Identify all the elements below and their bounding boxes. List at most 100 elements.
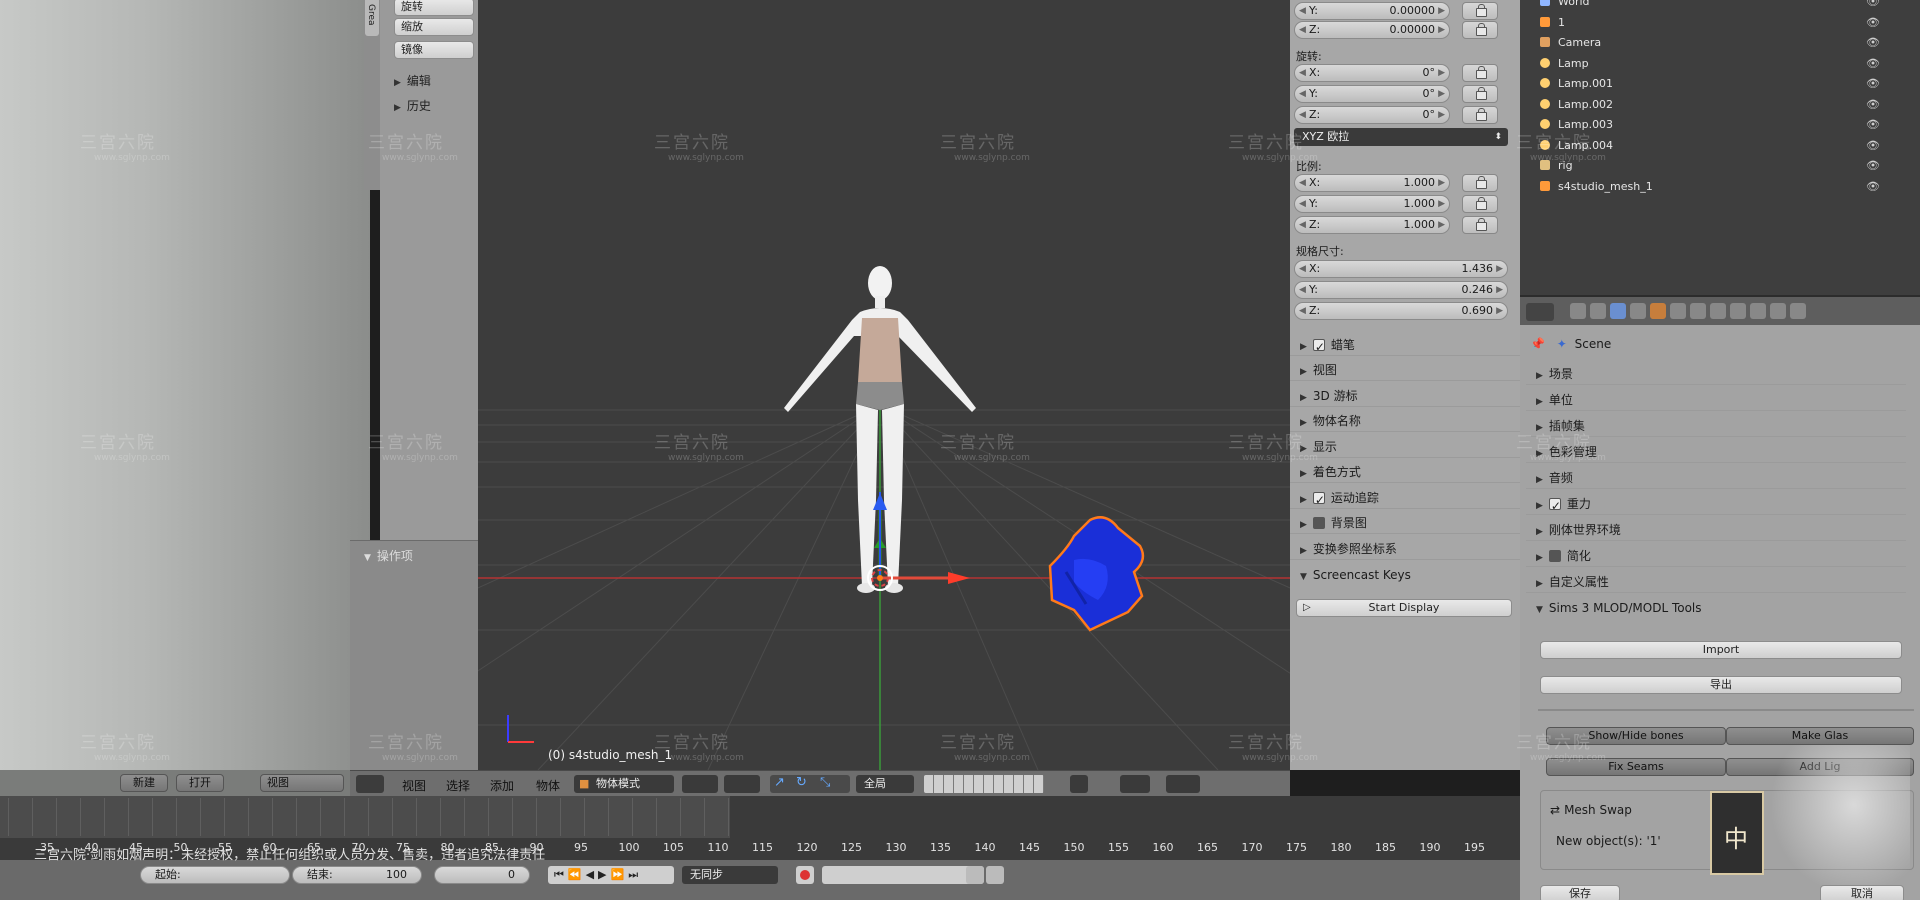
- start-display-button[interactable]: ▷ Start Display: [1296, 599, 1512, 617]
- rotation-z-field[interactable]: ◀ Z: 0° ▶: [1294, 106, 1450, 124]
- scale-y-lock-icon[interactable]: [1462, 195, 1498, 213]
- render-preview-icon[interactable]: [1166, 775, 1200, 793]
- rotation-y-lock-icon[interactable]: [1462, 85, 1498, 103]
- constraints-tab-icon[interactable]: [1670, 303, 1686, 319]
- rotation-x-field[interactable]: ◀ X: 0° ▶: [1294, 64, 1450, 82]
- pin-icon[interactable]: 📌: [1530, 337, 1545, 351]
- rotation-z-lock-icon[interactable]: [1462, 106, 1498, 124]
- data-tab-icon[interactable]: [1710, 303, 1726, 319]
- panel-transform-orientations[interactable]: ▶ 变换参照坐标系: [1290, 538, 1520, 560]
- panel-screencast-keys[interactable]: ▼ Screencast Keys: [1290, 564, 1520, 586]
- proportional-edit-icon[interactable]: [1070, 775, 1088, 793]
- keying-set-field[interactable]: [822, 866, 984, 884]
- toolshelf-tab[interactable]: Grea: [365, 0, 379, 36]
- delete-keyframe-icon[interactable]: [986, 866, 1004, 884]
- outliner-item[interactable]: Lamp.002 👁: [1540, 95, 1910, 115]
- menu-add[interactable]: 添加: [490, 777, 514, 794]
- panel-units[interactable]: ▶ 单位: [1526, 389, 1906, 411]
- editor-type-icon[interactable]: [1526, 303, 1554, 321]
- transform-orientation-select[interactable]: 全局: [856, 775, 914, 793]
- panel-scene[interactable]: ▶ 场景: [1526, 363, 1906, 385]
- panel-shading[interactable]: ▶ 着色方式: [1290, 461, 1520, 483]
- panel-3d-cursor[interactable]: ▶ 3D 游标: [1290, 385, 1520, 407]
- save-button[interactable]: 保存: [1540, 885, 1620, 900]
- material-tab-icon[interactable]: [1730, 303, 1746, 319]
- render-tab-icon[interactable]: [1570, 303, 1586, 319]
- dimensions-x-field[interactable]: ◀ X: 1.436 ▶: [1294, 260, 1508, 278]
- texture-tab-icon[interactable]: [1750, 303, 1766, 319]
- outliner-item[interactable]: World 👁: [1540, 0, 1910, 12]
- panel-simplify[interactable]: ▶ 简化: [1526, 545, 1906, 567]
- start-frame-field[interactable]: 起始:: [140, 866, 290, 884]
- playback-controls[interactable]: ⏮⏪◀▶⏩⏭: [548, 866, 674, 884]
- new-button[interactable]: 新建: [120, 774, 168, 792]
- edit-section[interactable]: ▶ 编辑: [394, 72, 431, 89]
- panel-grease-pencil[interactable]: ▶蜡笔: [1290, 334, 1520, 358]
- pivot-select[interactable]: [724, 775, 760, 793]
- rotate-button[interactable]: 旋转: [394, 0, 474, 16]
- checkbox-icon[interactable]: [1548, 495, 1561, 517]
- visibility-eye-icon[interactable]: 👁: [1866, 95, 1880, 115]
- selected-shirt-mesh[interactable]: [1048, 516, 1145, 632]
- scale-x-field[interactable]: ◀ X: 1.000 ▶: [1294, 174, 1450, 192]
- scale-y-field[interactable]: ◀ Y: 1.000 ▶: [1294, 195, 1450, 213]
- rotation-mode-select[interactable]: XYZ 欧拉 ⬍: [1294, 128, 1508, 146]
- outliner-item[interactable]: 1 👁: [1540, 13, 1910, 33]
- insert-keyframe-icon[interactable]: [966, 866, 984, 884]
- operator-panel-header[interactable]: ▼ 操作项: [364, 547, 413, 564]
- mode-select[interactable]: ■ 物体模式: [574, 775, 674, 793]
- transform-gizmo[interactable]: [867, 492, 970, 591]
- visibility-eye-icon[interactable]: 👁: [1866, 13, 1880, 33]
- location-y-field[interactable]: ◀ Y: 0.00000 ▶: [1294, 2, 1450, 20]
- visibility-eye-icon[interactable]: 👁: [1866, 136, 1880, 156]
- panel-motion-tracking[interactable]: ▶运动追踪: [1290, 487, 1520, 511]
- make-glass-button[interactable]: Make Glas: [1726, 727, 1914, 745]
- location-z-field[interactable]: ◀ Z: 0.00000 ▶: [1294, 21, 1450, 39]
- outliner-item[interactable]: s4studio_mesh_1 👁: [1540, 177, 1910, 197]
- sync-select[interactable]: 无同步: [682, 866, 778, 884]
- menu-select[interactable]: 选择: [446, 777, 470, 794]
- checkbox-icon[interactable]: [1312, 336, 1325, 358]
- outliner-item[interactable]: Camera 👁: [1540, 33, 1910, 53]
- viewport-shading-select[interactable]: [682, 775, 718, 793]
- checkbox-icon[interactable]: [1312, 489, 1325, 511]
- particles-tab-icon[interactable]: [1770, 303, 1786, 319]
- checkbox-icon[interactable]: [1548, 550, 1561, 562]
- panel-custom-properties[interactable]: ▶ 自定义属性: [1526, 571, 1906, 593]
- scene-tab-icon[interactable]: [1610, 303, 1626, 319]
- location-z-lock-icon[interactable]: [1462, 21, 1498, 39]
- menu-object[interactable]: 物体: [536, 777, 560, 794]
- scale-z-field[interactable]: ◀ Z: 1.000 ▶: [1294, 216, 1450, 234]
- panel-sims3-tools[interactable]: ▼ Sims 3 MLOD/MODL Tools: [1526, 597, 1906, 619]
- panel-gravity[interactable]: ▶重力: [1526, 493, 1906, 517]
- scale-x-lock-icon[interactable]: [1462, 174, 1498, 192]
- world-tab-icon[interactable]: [1630, 303, 1646, 319]
- manipulator-toggle[interactable]: ↗ ↻ ⤡: [770, 775, 850, 793]
- dimensions-y-field[interactable]: ◀ Y: 0.246 ▶: [1294, 281, 1508, 299]
- outliner-item[interactable]: Lamp.001 👁: [1540, 74, 1910, 94]
- visibility-eye-icon[interactable]: 👁: [1866, 74, 1880, 94]
- mirror-button[interactable]: 镜像: [394, 41, 474, 59]
- 3d-viewport[interactable]: (0) s4studio_mesh_1: [478, 0, 1290, 770]
- object-tab-icon[interactable]: [1650, 303, 1666, 319]
- menu-view[interactable]: 视图: [402, 777, 426, 794]
- visibility-eye-icon[interactable]: 👁: [1866, 54, 1880, 74]
- visibility-eye-icon[interactable]: 👁: [1866, 156, 1880, 176]
- render-layers-tab-icon[interactable]: [1590, 303, 1606, 319]
- visibility-eye-icon[interactable]: 👁: [1866, 177, 1880, 197]
- panel-background-images[interactable]: ▶ 背景图: [1290, 512, 1520, 534]
- checkbox-icon[interactable]: [1312, 517, 1325, 529]
- panel-audio[interactable]: ▶ 音频: [1526, 467, 1906, 489]
- outliner-item[interactable]: Lamp 👁: [1540, 54, 1910, 74]
- visibility-eye-icon[interactable]: 👁: [1866, 0, 1880, 12]
- rotation-x-lock-icon[interactable]: [1462, 64, 1498, 82]
- record-icon[interactable]: [796, 866, 814, 884]
- rotation-y-field[interactable]: ◀ Y: 0° ▶: [1294, 85, 1450, 103]
- layers-grid[interactable]: [924, 775, 1044, 793]
- scale-z-lock-icon[interactable]: [1462, 216, 1498, 234]
- panel-rigid-body-world[interactable]: ▶ 刚体世界环境: [1526, 519, 1906, 541]
- editor-type-button[interactable]: [356, 775, 384, 793]
- panel-display[interactable]: ▶ 显示: [1290, 436, 1520, 458]
- export-button[interactable]: 导出: [1540, 676, 1902, 694]
- end-frame-field[interactable]: 结束: 100: [292, 866, 422, 884]
